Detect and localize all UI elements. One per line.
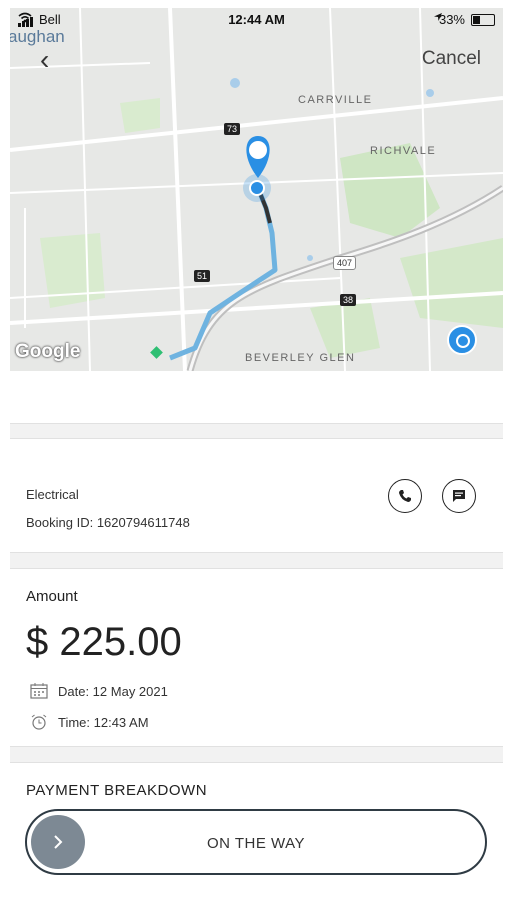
- google-logo: Google: [15, 341, 81, 362]
- battery-icon: [471, 13, 495, 26]
- status-slider[interactable]: ON THE WAY: [25, 809, 487, 875]
- route-shield-51: 51: [194, 270, 211, 282]
- map-label-richvale: RICHVALE: [370, 145, 437, 157]
- status-time: 12:44 AM: [228, 12, 285, 27]
- chat-button[interactable]: [442, 479, 476, 513]
- chat-icon: [453, 490, 465, 502]
- map-label-carrville: CARRVILLE: [298, 94, 373, 106]
- booking-id: Booking ID: 1620794611748: [26, 515, 190, 530]
- service-type: Electrical: [26, 487, 79, 502]
- recenter-location-button[interactable]: [447, 325, 477, 355]
- slider-label: ON THE WAY: [206, 835, 306, 852]
- status-bar: Bell 12:44 AM 33%: [10, 8, 503, 32]
- route-shield-73: 73: [224, 123, 241, 135]
- map-label-beverley-glen: BEVERLEY GLEN: [245, 352, 356, 364]
- map-view[interactable]: Bell 12:44 AM 33% aughan ‹ Cancel CARRVI…: [10, 8, 503, 371]
- amount-label: Amount: [26, 588, 78, 605]
- amount-value: $ 225.00: [26, 620, 182, 664]
- date-text: Date: 12 May 2021: [58, 683, 168, 699]
- divider: [10, 552, 503, 569]
- phone-icon: [399, 490, 411, 502]
- route-shield-38: 38: [340, 294, 357, 306]
- route-shield-407: 407: [333, 256, 357, 270]
- cancel-button[interactable]: Cancel: [422, 48, 481, 70]
- calendar-icon: [30, 683, 48, 699]
- date-row: Date: 12 May 2021: [30, 683, 168, 699]
- status-right: 33%: [433, 12, 495, 27]
- payment-breakdown-title[interactable]: PAYMENT BREAKDOWN: [26, 782, 207, 799]
- divider: [10, 423, 503, 439]
- call-button[interactable]: [388, 479, 422, 513]
- alarm-clock-icon: [31, 714, 47, 730]
- back-chevron-icon[interactable]: ‹: [40, 46, 49, 74]
- time-row: Time: 12:43 AM: [30, 714, 149, 730]
- divider: [10, 746, 503, 763]
- time-text: Time: 12:43 AM: [58, 714, 149, 730]
- map-region-label: aughan: [10, 27, 65, 46]
